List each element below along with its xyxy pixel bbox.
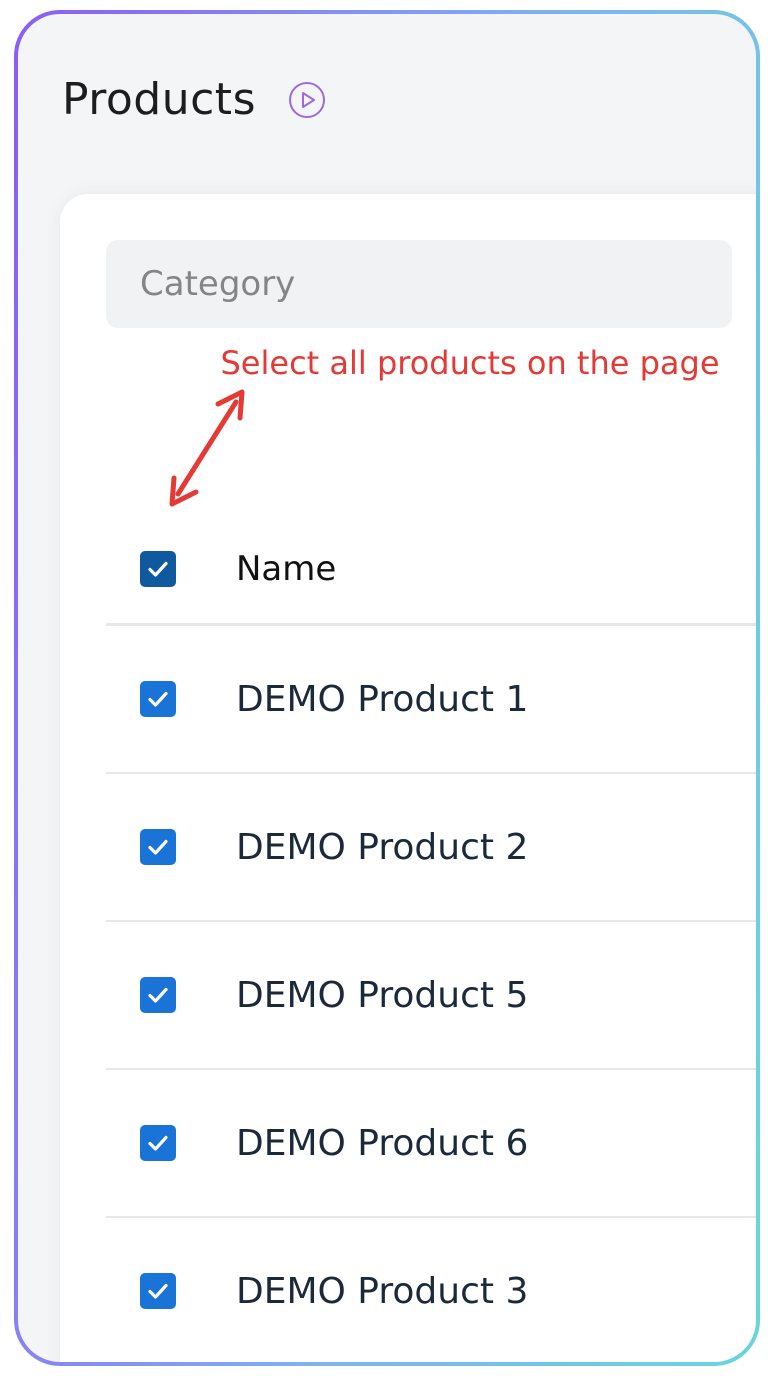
page-header: Products [62, 74, 326, 125]
check-icon [148, 987, 168, 1003]
table-row[interactable]: DEMO Product 1 [106, 626, 756, 774]
app-window: Products Select all products on the page [18, 14, 756, 1362]
column-header-name[interactable]: Name [236, 549, 336, 589]
product-name[interactable]: DEMO Product 1 [236, 679, 528, 720]
table-row[interactable]: DEMO Product 6 [106, 1070, 756, 1218]
check-icon [148, 1283, 168, 1299]
row-checkbox[interactable] [140, 829, 176, 865]
table-row[interactable]: DEMO Product 3 [106, 1218, 756, 1362]
play-circle-icon[interactable] [288, 81, 326, 119]
row-checkbox[interactable] [140, 1273, 176, 1309]
check-icon [148, 691, 168, 707]
row-checkbox[interactable] [140, 977, 176, 1013]
product-name[interactable]: DEMO Product 2 [236, 827, 528, 868]
table-header: Name [106, 514, 756, 626]
annotation-text: Select all products on the page [220, 344, 720, 382]
frame-border: Products Select all products on the page [14, 10, 760, 1366]
row-checkbox[interactable] [140, 681, 176, 717]
check-icon [148, 561, 168, 577]
select-all-checkbox[interactable] [140, 550, 176, 587]
category-filter-input[interactable] [106, 240, 732, 328]
check-icon [148, 1135, 168, 1151]
product-name[interactable]: DEMO Product 3 [236, 1271, 528, 1312]
check-icon [148, 839, 168, 855]
product-name[interactable]: DEMO Product 5 [236, 975, 528, 1016]
table-row[interactable]: DEMO Product 2 [106, 774, 756, 922]
product-name[interactable]: DEMO Product 6 [236, 1123, 528, 1164]
page-title: Products [62, 74, 256, 125]
products-card: Select all products on the page Name [60, 194, 756, 1362]
row-checkbox[interactable] [140, 1125, 176, 1161]
table-row[interactable]: DEMO Product 5 [106, 922, 756, 1070]
products-table: Name DEMO Product 1 DEMO Product 2 DEMO … [106, 514, 756, 1362]
double-arrow-icon [169, 389, 245, 507]
